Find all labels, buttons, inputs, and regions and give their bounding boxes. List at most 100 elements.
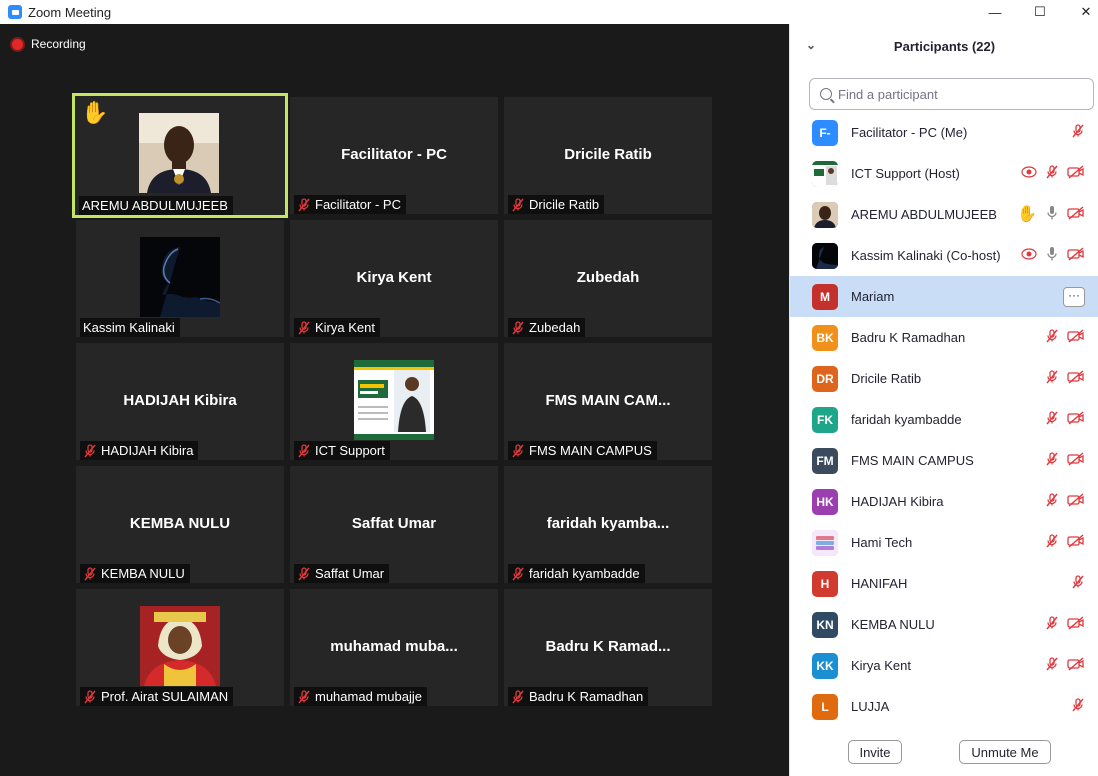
video-tile[interactable]: FMS MAIN CAM... FMS MAIN CAMPUS — [504, 343, 712, 460]
tile-name: Kassim Kalinaki — [83, 320, 175, 335]
video-off-icon[interactable] — [1067, 451, 1085, 471]
unmute-me-button[interactable]: Unmute Me — [959, 740, 1051, 764]
video-tile[interactable]: Prof. Airat SULAIMAN — [76, 589, 284, 706]
more-button[interactable]: ··· — [1063, 287, 1085, 307]
mic-muted-icon[interactable] — [1045, 533, 1059, 553]
participant-row[interactable]: AREMU ABDULMUJEEB ✋ — [790, 194, 1098, 235]
video-tile[interactable]: faridah kyamba... faridah kyambadde — [504, 466, 712, 583]
video-tile[interactable]: Facilitator - PC Facilitator - PC — [290, 97, 498, 214]
video-off-icon[interactable] — [1067, 369, 1085, 389]
participant-status-icons — [1071, 697, 1085, 717]
invite-button[interactable]: Invite — [848, 740, 902, 764]
video-off-icon[interactable] — [1067, 410, 1085, 430]
video-tile[interactable]: Kirya Kent Kirya Kent — [290, 220, 498, 337]
video-tile[interactable]: Dricile Ratib Dricile Ratib — [504, 97, 712, 214]
tile-name: faridah kyambadde — [529, 566, 640, 581]
participant-search-input[interactable]: Find a participant — [809, 78, 1094, 110]
participant-row[interactable]: F- Facilitator - PC (Me) — [790, 112, 1098, 153]
mic-muted-icon[interactable] — [1045, 328, 1059, 348]
participant-name: HANIFAH — [851, 576, 908, 591]
tile-center-name: Badru K Ramad... — [545, 638, 671, 655]
tile-name-label: Kassim Kalinaki — [80, 318, 180, 337]
participant-name: faridah kyambadde — [851, 412, 962, 427]
mic-muted-icon — [511, 689, 525, 704]
participant-row[interactable]: KK Kirya Kent — [790, 645, 1098, 686]
tile-name: Kirya Kent — [315, 320, 375, 335]
video-off-icon[interactable] — [1067, 656, 1085, 676]
participant-row[interactable]: ICT Support (Host) — [790, 153, 1098, 194]
participant-row[interactable]: L LUJJA — [790, 686, 1098, 727]
tile-center-name: Dricile Ratib — [564, 146, 652, 163]
video-tile[interactable]: muhamad muba... muhamad mubajje — [290, 589, 498, 706]
mic-muted-icon — [83, 443, 97, 458]
participant-status-icons — [1045, 410, 1085, 430]
mic-muted-icon[interactable] — [1045, 451, 1059, 471]
video-off-icon[interactable] — [1067, 533, 1085, 553]
participant-status-icons — [1071, 123, 1085, 143]
video-off-icon[interactable] — [1067, 615, 1085, 635]
mic-muted-icon[interactable] — [1045, 410, 1059, 430]
mic-muted-icon[interactable] — [1045, 492, 1059, 512]
tile-name: Facilitator - PC — [315, 197, 401, 212]
video-tile[interactable]: Zubedah Zubedah — [504, 220, 712, 337]
participant-row[interactable]: FM FMS MAIN CAMPUS — [790, 440, 1098, 481]
video-off-icon[interactable] — [1067, 328, 1085, 348]
tile-name: Badru K Ramadhan — [529, 689, 644, 704]
minimize-button[interactable]: — — [972, 0, 1018, 24]
close-button[interactable]: ✕ — [1063, 0, 1098, 24]
participant-video-image — [354, 360, 434, 440]
video-tile[interactable]: Kassim Kalinaki — [76, 220, 284, 337]
video-off-icon[interactable] — [1067, 205, 1085, 225]
participant-row[interactable]: Kassim Kalinaki (Co-host) — [790, 235, 1098, 276]
recording-icon — [1021, 165, 1037, 183]
participant-row[interactable]: M Mariam ··· — [790, 276, 1098, 317]
participant-row[interactable]: BK Badru K Ramadhan — [790, 317, 1098, 358]
tile-name-label: FMS MAIN CAMPUS — [508, 441, 657, 460]
tile-name-label: faridah kyambadde — [508, 564, 645, 583]
chevron-down-icon[interactable]: ⌄ — [806, 38, 816, 52]
video-tile[interactable]: ICT Support — [290, 343, 498, 460]
participant-row[interactable]: DR Dricile Ratib — [790, 358, 1098, 399]
video-tile[interactable]: ✋ AREMU ABDULMUJEEB — [72, 93, 288, 218]
tile-center-name: Facilitator - PC — [341, 146, 447, 163]
video-tile[interactable]: HADIJAH Kibira HADIJAH Kibira — [76, 343, 284, 460]
tile-center-name: faridah kyamba... — [546, 515, 670, 532]
maximize-button[interactable]: ☐ — [1017, 0, 1063, 24]
tile-name: muhamad mubajje — [315, 689, 422, 704]
participant-avatar — [812, 202, 838, 228]
tile-center-name: Kirya Kent — [356, 269, 432, 286]
mic-muted-icon — [297, 689, 311, 704]
participant-status-icons — [1045, 492, 1085, 512]
tile-name-label: ICT Support — [294, 441, 390, 460]
participant-avatar: BK — [812, 325, 838, 351]
mic-muted-icon[interactable] — [1045, 656, 1059, 676]
participant-video-image — [139, 113, 219, 193]
participant-row[interactable]: H HANIFAH — [790, 563, 1098, 604]
participant-name: LUJJA — [851, 699, 890, 714]
tile-center-name: FMS MAIN CAM... — [545, 392, 671, 409]
video-off-icon[interactable] — [1067, 246, 1085, 266]
mic-muted-icon[interactable] — [1045, 615, 1059, 635]
tile-name-label: Prof. Airat SULAIMAN — [80, 687, 234, 706]
mic-on-icon[interactable] — [1045, 246, 1059, 267]
mic-muted-icon — [297, 566, 311, 581]
raised-hand-icon: ✋ — [81, 100, 109, 125]
participant-row[interactable]: HK HADIJAH Kibira — [790, 481, 1098, 522]
video-tile[interactable]: Badru K Ramad... Badru K Ramadhan — [504, 589, 712, 706]
mic-muted-icon[interactable] — [1045, 369, 1059, 389]
participant-row[interactable]: Hami Tech — [790, 522, 1098, 563]
mic-muted-icon[interactable] — [1071, 574, 1085, 594]
mic-muted-icon[interactable] — [1045, 164, 1059, 184]
mic-muted-icon — [511, 197, 525, 212]
video-tile[interactable]: Saffat Umar Saffat Umar — [290, 466, 498, 583]
participant-row[interactable]: KN KEMBA NULU — [790, 604, 1098, 645]
mic-on-icon[interactable] — [1045, 205, 1059, 226]
recording-dot-icon — [12, 38, 23, 50]
mic-muted-icon[interactable] — [1071, 123, 1085, 143]
mic-muted-icon[interactable] — [1071, 697, 1085, 717]
video-off-icon[interactable] — [1067, 164, 1085, 184]
participant-row[interactable]: FK faridah kyambadde — [790, 399, 1098, 440]
video-off-icon[interactable] — [1067, 492, 1085, 512]
mic-muted-icon — [297, 443, 311, 458]
video-tile[interactable]: KEMBA NULU KEMBA NULU — [76, 466, 284, 583]
